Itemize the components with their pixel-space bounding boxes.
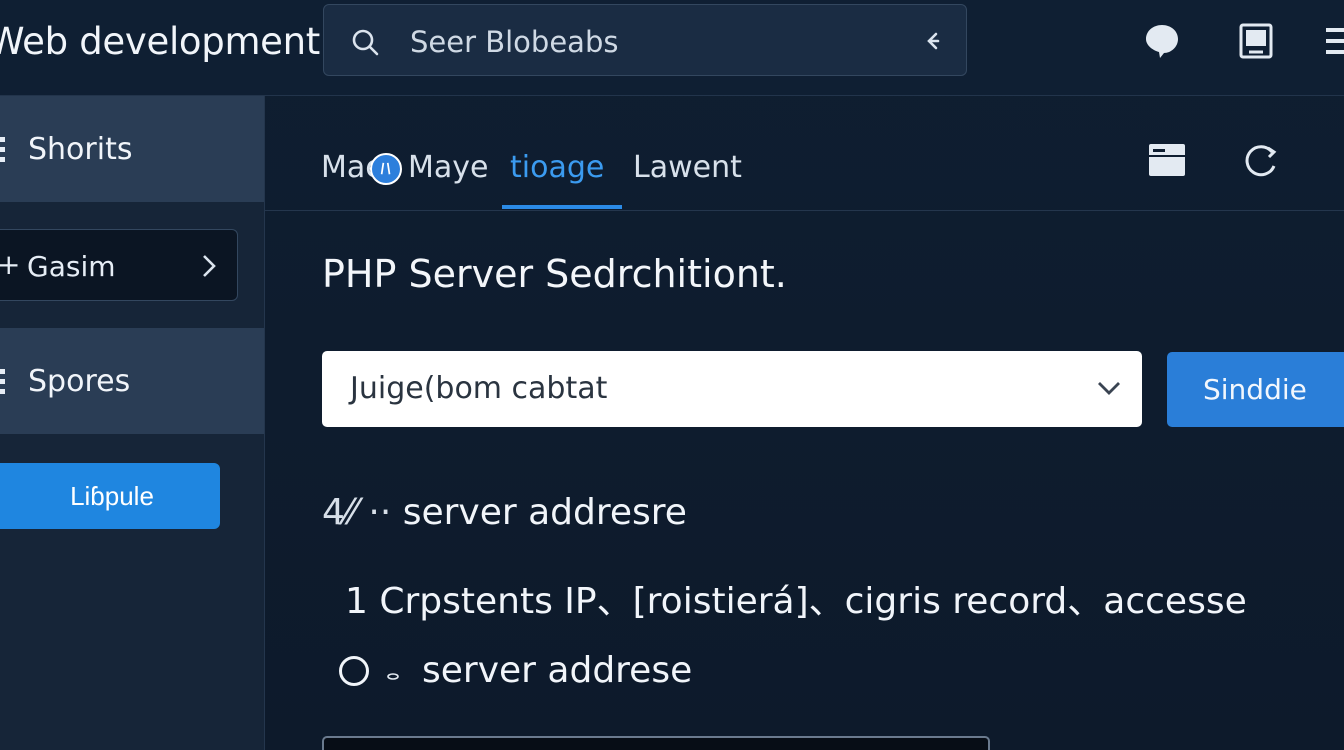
sidebar-item-label: Shorits bbox=[28, 132, 133, 167]
line-text: server addresre bbox=[402, 492, 687, 533]
chevron-right-icon bbox=[203, 255, 216, 277]
cursor-marker-icon bbox=[370, 153, 402, 185]
sidebar-item-label: Spores bbox=[28, 364, 131, 399]
line-prefix: 4⁄⁄ ·· bbox=[322, 492, 392, 533]
select-value: Juige(bom cabtat bbox=[350, 371, 608, 406]
chevron-down-icon bbox=[1098, 382, 1120, 395]
plus-icon: + bbox=[0, 248, 21, 281]
menu-icon[interactable] bbox=[1322, 22, 1344, 60]
sidebar-item-spores[interactable]: Spores bbox=[0, 328, 264, 434]
primary-button[interactable]: Sinddie bbox=[1167, 352, 1344, 427]
sidebar-item-gasim[interactable]: + Gasim bbox=[0, 229, 238, 301]
active-tab-indicator bbox=[502, 205, 622, 209]
tab-bar: Mae Maye tioage Lawent bbox=[265, 96, 1344, 211]
tab-lawent[interactable]: Lawent bbox=[633, 150, 742, 185]
sidebar-item-shorits[interactable]: Shorits bbox=[0, 96, 264, 202]
tablet-icon[interactable] bbox=[1237, 22, 1275, 60]
folder-icon[interactable] bbox=[1147, 140, 1187, 180]
clear-search-icon[interactable] bbox=[920, 29, 944, 53]
page-title: PHP Server Sedrchitiont. bbox=[322, 252, 787, 296]
source-select[interactable]: Juige(bom cabtat bbox=[322, 351, 1142, 427]
tab-tioage[interactable]: tioage bbox=[510, 150, 604, 185]
top-bar: Web development Seer Blobeabs bbox=[0, 0, 1344, 96]
tab-maye[interactable]: Maye bbox=[408, 150, 488, 185]
search-input[interactable]: Seer Blobeabs bbox=[323, 4, 967, 76]
sidebar-item-label: Gasim bbox=[27, 250, 116, 283]
chat-bubble-icon[interactable] bbox=[1143, 22, 1181, 60]
refresh-icon[interactable] bbox=[1242, 140, 1282, 180]
server-address-option[interactable]: server addrese bbox=[422, 650, 692, 691]
search-icon bbox=[352, 29, 379, 56]
main-panel: Mae Maye tioage Lawent PHP Server Sedrch… bbox=[265, 96, 1344, 750]
sidebar-action-button[interactable]: Liɓpule bbox=[0, 463, 220, 529]
sidebar: Shorits + Gasim Spores Liɓpule bbox=[0, 96, 265, 750]
radio-button[interactable] bbox=[339, 656, 369, 686]
app-title: Web development bbox=[0, 20, 321, 63]
server-address-line: 4⁄⁄ ·· server addresre bbox=[322, 492, 687, 533]
search-value: Seer Blobeabs bbox=[410, 25, 619, 59]
list-icon bbox=[0, 137, 5, 162]
bullet-icon bbox=[387, 673, 399, 680]
server-details-line: 1 Crpstents IP、[roistierá]、cigris record… bbox=[345, 581, 1247, 622]
app-window: Web development Seer Blobeabs Shorits + … bbox=[0, 0, 1344, 750]
bottom-input[interactable] bbox=[322, 736, 990, 750]
list-icon bbox=[0, 369, 5, 394]
